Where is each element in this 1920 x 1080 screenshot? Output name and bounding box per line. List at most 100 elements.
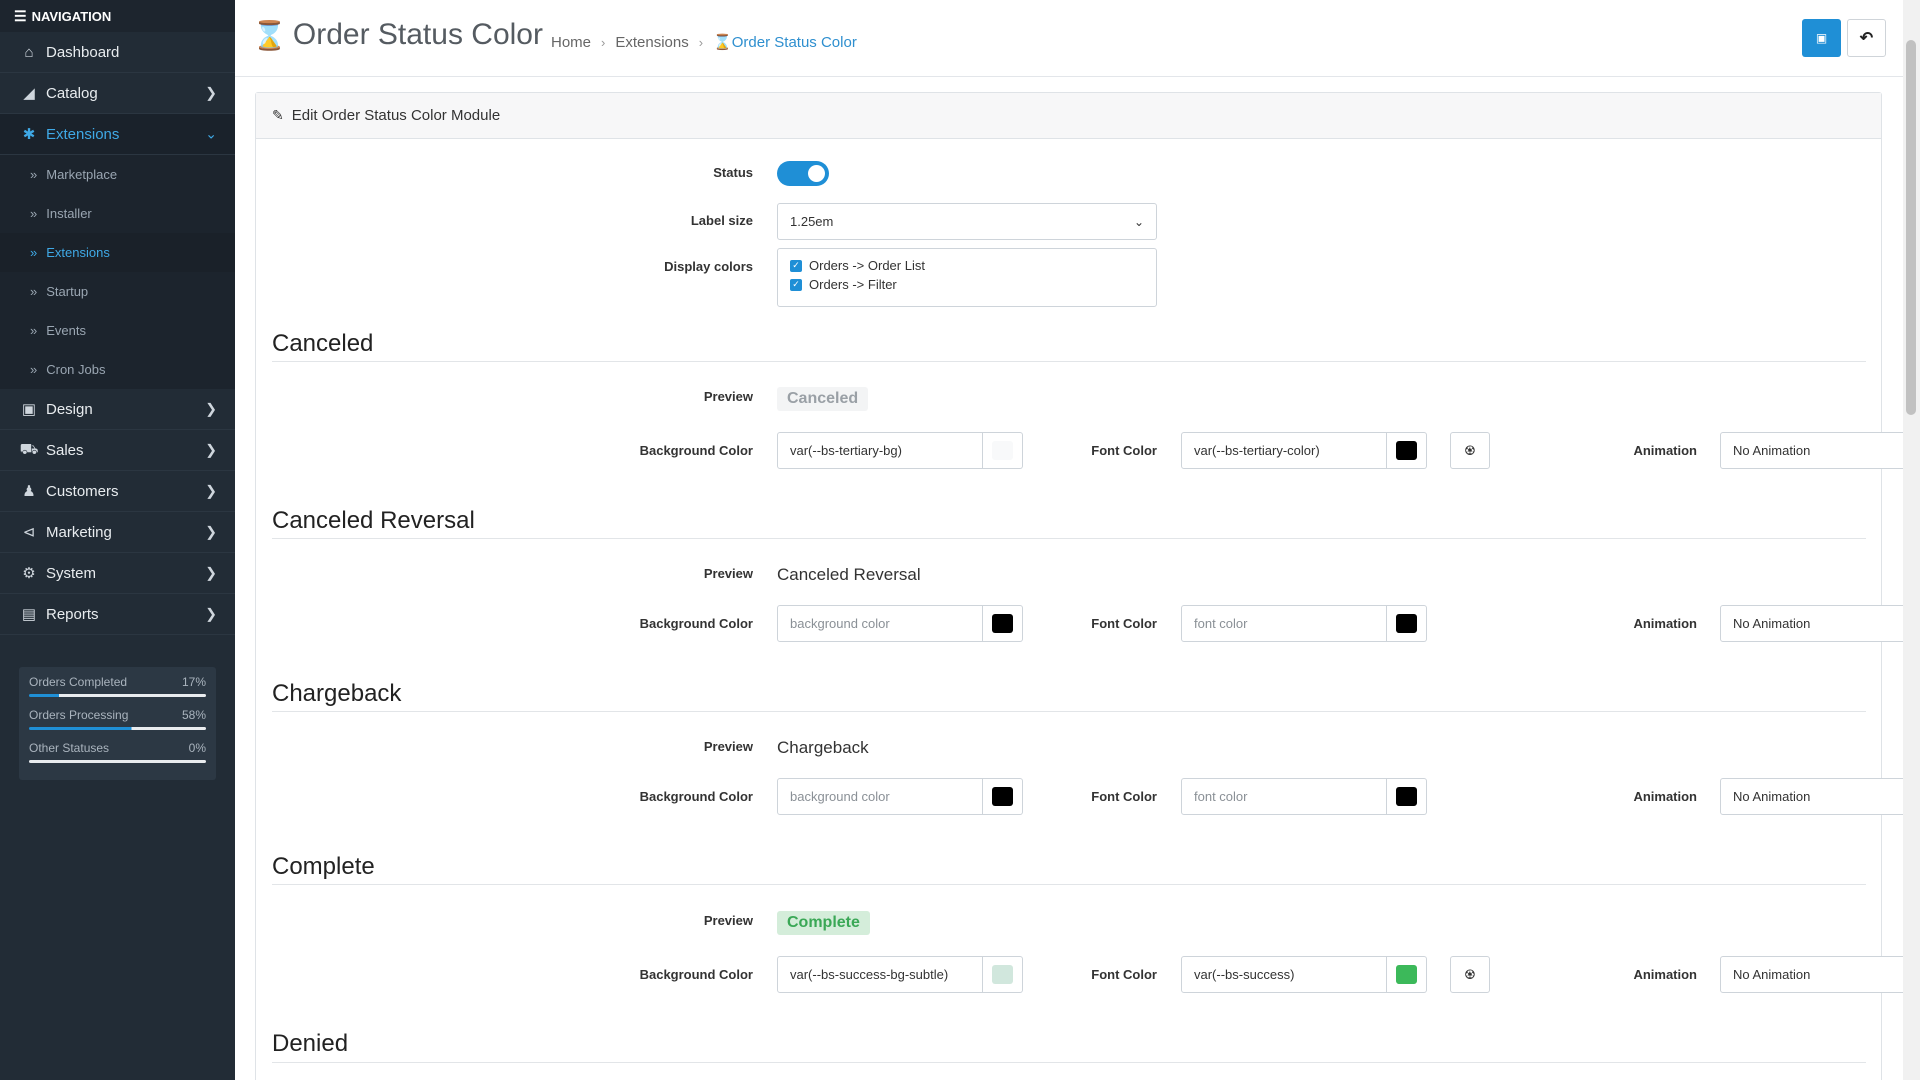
card-header: ✎ Edit Order Status Color Module <box>256 93 1881 139</box>
scrollbar-thumb[interactable] <box>1906 40 1916 415</box>
background-color-input[interactable]: var(--bs-tertiary-bg) <box>777 432 983 469</box>
background-color-label: Background Color <box>639 789 753 804</box>
font-color-picker[interactable] <box>1387 956 1427 993</box>
background-color-input[interactable]: var(--bs-success-bg-subtle) <box>777 956 983 993</box>
sidebar-subitem-label: Marketplace <box>46 167 118 182</box>
checkmark-icon[interactable]: ✓ <box>790 278 802 291</box>
breadcrumb-extensions[interactable]: Extensions <box>615 34 688 51</box>
sidebar-item-customers[interactable]: ♟ Customers ❯ <box>0 471 235 512</box>
sidebar-item-label: Design <box>46 400 93 418</box>
sidebar-item-sales[interactable]: ⛟ Sales ❯ <box>0 430 235 471</box>
sidebar-subitem-cron-jobs[interactable]: » Cron Jobs <box>0 350 235 389</box>
sidebar-subitem-extensions[interactable]: » Extensions <box>0 233 235 272</box>
font-color-label: Font Color <box>1091 789 1157 804</box>
sidebar-item-design[interactable]: ▣ Design ❯ <box>0 389 235 430</box>
font-color-picker[interactable] <box>1387 432 1427 469</box>
checkbox-filter[interactable]: ✓ Orders -> Filter <box>790 277 1144 292</box>
section-title-denied: Denied <box>272 1030 349 1057</box>
font-color-picker[interactable] <box>1387 605 1427 642</box>
menu-icon[interactable]: ☰ <box>14 8 27 25</box>
chevron-right-icon: ❯ <box>205 564 217 581</box>
preview-text-chargeback: Chargeback <box>777 738 869 757</box>
breadcrumb-home[interactable]: Home <box>551 34 591 51</box>
chevron-right-icon: ❯ <box>205 523 217 540</box>
sidebar-item-catalog[interactable]: ◢ Catalog ❯ <box>0 73 235 114</box>
font-color-input[interactable]: font color <box>1181 605 1387 642</box>
stat-progress-bar <box>29 694 206 697</box>
checkbox-order-list[interactable]: ✓ Orders -> Order List <box>790 258 1144 273</box>
sidebar-item-system[interactable]: ⚙ System ❯ <box>0 553 235 594</box>
double-chevron-icon: » <box>30 284 38 299</box>
section-divider <box>272 538 1866 539</box>
chevron-right-icon: ❯ <box>205 441 217 458</box>
stat-progress-bar <box>29 760 206 763</box>
save-button[interactable]: ▣ <box>1802 19 1841 57</box>
nav-header-label: NAVIGATION <box>31 8 112 24</box>
home-icon: ⌂ <box>24 43 34 61</box>
double-chevron-icon: » <box>30 323 38 338</box>
sidebar-item-label: Catalog <box>46 84 98 102</box>
page-title: ⌛ Order Status Color <box>252 18 543 52</box>
background-color-input[interactable]: background color <box>777 605 983 642</box>
share-icon: ⊲ <box>22 524 36 541</box>
sidebar-item-label: Dashboard <box>46 43 120 61</box>
back-button[interactable]: ↶ <box>1847 19 1886 57</box>
sidebar-subitem-events[interactable]: » Events <box>0 311 235 350</box>
label-size-select[interactable]: 1.25em ⌄ <box>777 203 1157 240</box>
double-chevron-icon: » <box>30 206 38 221</box>
monitor-icon: ▣ <box>21 401 37 418</box>
checkmark-icon[interactable]: ✓ <box>790 259 802 272</box>
hourglass-icon: ⌛ <box>713 34 732 51</box>
sidebar-item-label: Sales <box>46 441 84 459</box>
status-toggle[interactable] <box>777 161 829 186</box>
font-color-picker[interactable] <box>1387 778 1427 815</box>
font-color-input[interactable]: font color <box>1181 778 1387 815</box>
sidebar-item-label: Marketing <box>46 523 112 541</box>
pencil-icon: ✎ <box>272 107 284 123</box>
animation-select[interactable]: No Animation ⌄ <box>1720 605 1920 642</box>
reset-style-button[interactable]: ♼ <box>1450 432 1490 469</box>
user-icon: ♟ <box>22 483 36 500</box>
section-divider <box>272 1062 1866 1063</box>
color-swatch <box>1396 614 1417 633</box>
tag-icon: ◢ <box>23 85 35 102</box>
paint-roller-icon: ♼ <box>1464 966 1476 982</box>
sidebar-item-dashboard[interactable]: ⌂ Dashboard <box>0 32 235 73</box>
breadcrumb-current[interactable]: Order Status Color <box>732 34 857 51</box>
chevron-right-icon: ❯ <box>205 605 217 622</box>
sidebar-subitem-marketplace[interactable]: » Marketplace <box>0 155 235 194</box>
stat-label: Other Statuses <box>29 741 110 755</box>
section-divider <box>272 361 1866 362</box>
reset-style-button[interactable]: ♼ <box>1450 956 1490 993</box>
animation-select[interactable]: No Animation ⌄ <box>1720 956 1920 993</box>
preview-badge-complete: Complete <box>777 911 870 935</box>
sidebar-subitem-startup[interactable]: » Startup <box>0 272 235 311</box>
animation-select[interactable]: No Animation ⌄ <box>1720 778 1920 815</box>
chevron-down-icon: ⌄ <box>1133 214 1144 229</box>
nav-header[interactable]: ☰ NAVIGATION <box>0 0 235 32</box>
cart-icon: ⛟ <box>19 440 39 458</box>
font-color-input[interactable]: var(--bs-tertiary-color) <box>1181 432 1387 469</box>
checkbox-label: Orders -> Filter <box>809 277 897 292</box>
sidebar: ☰ NAVIGATION ⌂ Dashboard ◢ Catalog ❯ ✱ E… <box>0 0 235 1080</box>
sidebar-item-marketing[interactable]: ⊲ Marketing ❯ <box>0 512 235 553</box>
animation-select[interactable]: No Animation ⌄ <box>1720 432 1920 469</box>
animation-label: Animation <box>1633 789 1697 804</box>
animation-value: No Animation <box>1733 443 1811 458</box>
stat-value: 17% <box>181 675 206 689</box>
animation-label: Animation <box>1633 967 1697 982</box>
paint-roller-icon: ♼ <box>1464 442 1476 458</box>
main-content: ⌛ Order Status Color Home › Extensions ›… <box>235 0 1920 1080</box>
animation-value: No Animation <box>1733 967 1811 982</box>
color-swatch <box>1396 441 1417 460</box>
breadcrumb-separator-icon: › <box>698 34 704 50</box>
breadcrumb-separator-icon: › <box>601 34 606 50</box>
sidebar-item-reports[interactable]: ▤ Reports ❯ <box>0 594 235 635</box>
sidebar-subitem-installer[interactable]: » Installer <box>0 194 235 233</box>
double-chevron-icon: » <box>30 245 38 260</box>
sidebar-item-extensions[interactable]: ✱ Extensions ⌄ <box>0 114 235 155</box>
double-chevron-icon: » <box>30 362 38 377</box>
background-color-input[interactable]: background color <box>777 778 983 815</box>
section-title-canceled-reversal: Canceled Reversal <box>272 507 475 534</box>
font-color-input[interactable]: var(--bs-success) <box>1181 956 1387 993</box>
